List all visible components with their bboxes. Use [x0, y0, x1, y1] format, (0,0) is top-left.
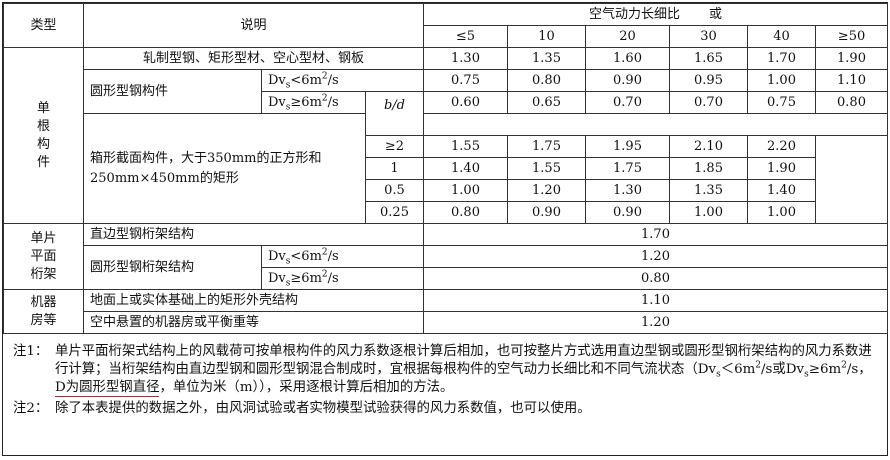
table-row: 圆形型钢构件 Dvs<6m2/s 0.75 0.80 0.90 0.95 1.0… [4, 69, 889, 114]
note-1: 注1： 单片平面桁架式结构上的风载荷可按单根构件的风力系数逐根计算后相加，也可按… [3, 343, 887, 397]
cell-value: 1.40 [423, 157, 508, 180]
type-header: 类型 [3, 3, 84, 48]
cell-value: 1.90 [747, 157, 816, 180]
cell-value: 1.00 [669, 201, 748, 224]
ratio-col: 20 [585, 25, 670, 48]
category-truss: 单片平面桁架 [3, 223, 84, 290]
cell-value: 1.30 [585, 179, 670, 202]
cell-value: 0.60 [423, 91, 508, 114]
cell-value: 0.80 [422, 267, 889, 290]
table-row: 空中悬置的机器房或平衡重等 1.20 [4, 311, 889, 334]
cell-value: 1.20 [422, 311, 889, 334]
ratio-title: 空气动力长细比 [589, 6, 681, 22]
blank-cell [422, 113, 889, 136]
coefficient-document: 类型 说明 空气动力长细比 或 ≤5 10 20 30 40 ≥50 单根构件 … [2, 2, 889, 456]
bd-value: ≥2 [365, 135, 424, 158]
blank-cell [814, 135, 889, 224]
wind-force-coefficient-table: 类型 说明 空气动力长细比 或 ≤5 10 20 30 40 ≥50 单根构件 … [3, 3, 889, 334]
cell-value: 0.90 [507, 201, 586, 224]
bd-value: 0.5 [365, 179, 424, 202]
cell-value: 0.75 [423, 69, 508, 92]
cell-value: 0.80 [507, 69, 586, 92]
table-row: 机器房等 地面上或实体基础上的矩形外壳结构 1.10 [3, 289, 889, 334]
ground-housing-label: 地面上或实体基础上的矩形外壳结构 [83, 289, 424, 312]
suspended-room-label: 空中悬置的机器房或平衡重等 [83, 311, 424, 334]
bd-value: 0.25 [365, 201, 424, 224]
bd-value: 1 [365, 157, 424, 180]
note-2-text: 除了本表提供的数据之外，由风洞试验或者实物模型试验获得的风力系数值，也可以使用。 [55, 401, 591, 416]
rolled-label: 轧制型钢、矩形型材、空心型材、钢板 [83, 47, 424, 70]
table-row: 单根构件 轧制型钢、矩形型材、空心型材、钢板 1.30 1.35 1.60 1.… [3, 47, 889, 224]
note-2-tag: 注2： [13, 401, 49, 416]
note-2: 注2： 除了本表提供的数据之外，由风洞试验或者实物模型试验获得的风力系数值，也可… [3, 400, 887, 418]
cell-value: 0.80 [814, 91, 889, 114]
cell-value: 1.10 [422, 289, 889, 312]
cell-value: 1.20 [507, 179, 586, 202]
ratio-col: ≤5 [423, 25, 508, 48]
cell-value: 0.80 [423, 201, 508, 224]
category-single-member: 单根构件 [3, 47, 84, 224]
cell-value: 1.30 [423, 47, 508, 70]
cell-value: 1.40 [747, 179, 816, 202]
cell-value: 1.75 [585, 157, 670, 180]
category-machine-room: 机器房等 [3, 289, 84, 334]
box-section-label: 箱形截面构件，大于350mm的正方形和250mm×450mm的矩形 [83, 113, 366, 224]
cell-value: 1.85 [669, 157, 748, 180]
cell-value: 0.90 [585, 201, 670, 224]
table-row: 单片平面桁架 直边型钢桁架结构 1.70 [3, 223, 889, 290]
cell-value: 0.75 [747, 91, 816, 114]
ratio-col: ≥50 [814, 25, 889, 48]
cell-value: 1.00 [747, 69, 816, 92]
table-row: 箱形截面构件，大于350mm的正方形和250mm×450mm的矩形 [4, 113, 889, 224]
round-member-label: 圆形型钢构件 [83, 69, 262, 114]
diameter-highlight: D为圆形型钢直径 [55, 380, 160, 397]
cell-value: 0.70 [585, 91, 670, 114]
cell-value: 1.55 [423, 135, 508, 158]
cell-value: 1.75 [507, 135, 586, 158]
cell-value: 1.65 [669, 47, 748, 70]
flow-ge-condition: Dvs≥6m2/s [261, 91, 366, 114]
ratio-col: 30 [669, 25, 748, 48]
description-header: 说明 [83, 3, 424, 48]
cell-value: 1.20 [422, 245, 889, 268]
cell-value: 2.10 [669, 135, 748, 158]
cell-value: 0.95 [669, 69, 748, 92]
straight-truss-label: 直边型钢桁架结构 [83, 223, 424, 246]
cell-value: 2.20 [747, 135, 816, 158]
cell-value: 1.70 [747, 47, 816, 70]
cell-value: 0.65 [507, 91, 586, 114]
cell-value: 1.35 [507, 47, 586, 70]
cell-value: 1.90 [814, 47, 889, 70]
ratio-col: 40 [747, 25, 816, 48]
note-1-text: 单片平面桁架式结构上的风载荷可按单根构件的风力系数逐根计算后相加，也可按整片方式… [55, 344, 872, 397]
table-row: 圆形型钢桁架结构 Dvs<6m2/s 1.20 [4, 245, 889, 290]
ratio-or: 或 [708, 6, 722, 22]
round-truss-label: 圆形型钢桁架结构 [83, 245, 262, 290]
flow-lt-condition: Dvs<6m2/s [261, 69, 424, 92]
cell-value: 0.70 [669, 91, 748, 114]
cell-value: 1.70 [422, 223, 889, 246]
cell-value: 1.60 [585, 47, 670, 70]
notes-section: 注1： 单片平面桁架式结构上的风载荷可按单根构件的风力系数逐根计算后相加，也可按… [3, 343, 887, 418]
note-1-tag: 注1： [13, 344, 49, 359]
ratio-header: 空气动力长细比 或 [422, 3, 889, 26]
header-row: 类型 说明 空气动力长细比 或 [3, 3, 889, 48]
cell-value: 0.90 [585, 69, 670, 92]
ratio-col: 10 [507, 25, 586, 48]
cell-value: 1.95 [585, 135, 670, 158]
cell-value: 1.35 [669, 179, 748, 202]
cell-value: 1.00 [423, 179, 508, 202]
cell-value: 1.00 [747, 201, 816, 224]
cell-value: 1.55 [507, 157, 586, 180]
flow-ge-condition: Dvs≥6m2/s [261, 267, 424, 290]
bd-label: b/d [365, 91, 424, 136]
flow-lt-condition: Dvs<6m2/s [261, 245, 424, 268]
cell-value: 1.10 [814, 69, 889, 92]
